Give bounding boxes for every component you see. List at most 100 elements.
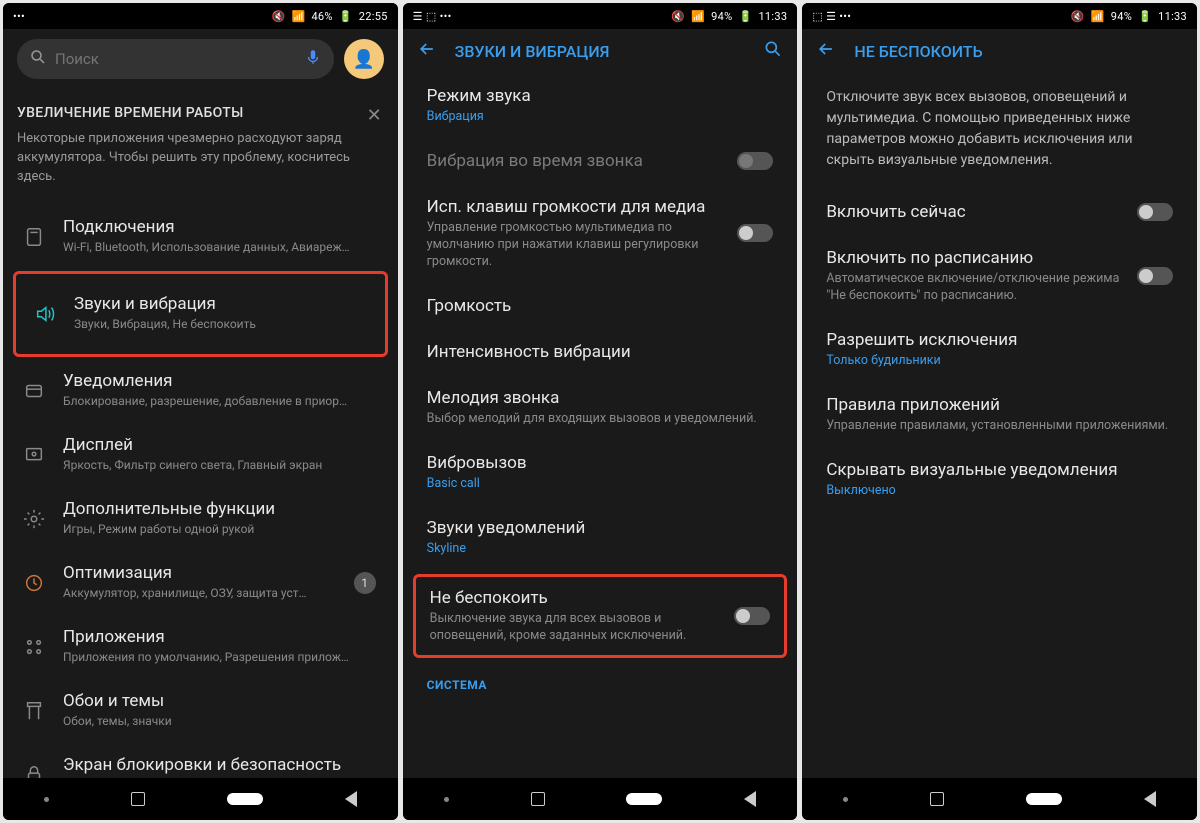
nav-back[interactable] xyxy=(345,791,357,807)
status-bar: ⬚ ☰ ••• 🔇 📶 94% 🔋 11:33 xyxy=(802,3,1197,29)
item-sounds-vibration[interactable]: Звуки и вибрацияЗвуки, Вибрация, Не бесп… xyxy=(26,282,375,346)
status-bar: ••• 🔇 📶 46% 🔋 22:55 xyxy=(3,3,398,29)
toggle-enable-scheduled[interactable] xyxy=(1137,267,1173,285)
nav-home[interactable] xyxy=(626,793,662,805)
item-display[interactable]: ДисплейЯркость, Фильтр синего света, Гла… xyxy=(3,423,398,487)
status-bar: ☰ ⬚ ••• 🔇 📶 94% 🔋 11:33 xyxy=(403,3,798,29)
advanced-icon xyxy=(21,506,47,532)
battery-icon: 🔋 xyxy=(1138,10,1152,23)
setting-notification-sounds[interactable]: Звуки уведомленийSkyline xyxy=(403,505,798,570)
toggle-enable-now[interactable] xyxy=(1137,203,1173,221)
sound-icon xyxy=(32,301,58,327)
battery-text: 94% xyxy=(711,10,732,23)
setting-enable-scheduled[interactable]: Включить по расписаниюАвтоматическое вкл… xyxy=(802,235,1197,317)
item-notifications[interactable]: УведомленияБлокирование, разрешение, доб… xyxy=(3,359,398,423)
mic-icon[interactable] xyxy=(304,48,322,70)
settings-list: ПодключенияWi-Fi, Bluetooth, Использован… xyxy=(3,205,398,778)
back-arrow-icon[interactable] xyxy=(417,39,437,63)
search-icon[interactable] xyxy=(763,39,783,63)
nav-bar xyxy=(3,778,398,820)
clock: 22:55 xyxy=(359,10,388,23)
sim-icon xyxy=(21,224,47,250)
apps-icon xyxy=(21,634,47,660)
status-left-icons: ⬚ ☰ ••• xyxy=(812,10,851,23)
search-input[interactable] xyxy=(55,50,296,68)
status-left-icons: ☰ ⬚ ••• xyxy=(413,10,452,23)
phone-sounds-vibration: ☰ ⬚ ••• 🔇 📶 94% 🔋 11:33 ЗВУКИ И ВИБРАЦИЯ… xyxy=(403,3,798,820)
clock: 11:33 xyxy=(758,10,787,23)
setting-vibration-intensity[interactable]: Интенсивность вибрации xyxy=(403,329,798,375)
section-system-label: СИСТЕМА xyxy=(403,664,798,696)
back-arrow-icon[interactable] xyxy=(816,39,836,63)
nav-dot[interactable] xyxy=(44,797,49,802)
wallpaper-icon xyxy=(21,698,47,724)
display-icon xyxy=(21,442,47,468)
item-wallpaper[interactable]: Обои и темыОбои, темы, значки xyxy=(3,679,398,743)
mute-icon: 🔇 xyxy=(671,10,685,23)
setting-allow-exceptions[interactable]: Разрешить исключенияТолько будильники xyxy=(802,317,1197,382)
setting-do-not-disturb[interactable]: Не беспокоитьВыключение звука для всех в… xyxy=(416,577,785,655)
close-icon[interactable]: ✕ xyxy=(365,105,384,126)
setting-enable-now[interactable]: Включить сейчас xyxy=(802,189,1197,235)
clock: 11:33 xyxy=(1158,10,1187,23)
toggle-vibrate-ring[interactable] xyxy=(737,152,773,170)
dnd-highlight: Не беспокоитьВыключение звука для всех в… xyxy=(413,574,788,658)
badge-count: 1 xyxy=(354,572,376,594)
nav-bar xyxy=(802,778,1197,820)
card-desc: Некоторые приложения чрезмерно расходуют… xyxy=(17,130,377,187)
nav-home[interactable] xyxy=(1026,793,1062,805)
nav-dot[interactable] xyxy=(444,797,449,802)
item-optimization[interactable]: ОптимизацияАккумулятор, хранилище, ОЗУ, … xyxy=(3,551,398,615)
wifi-icon: 📶 xyxy=(691,10,705,23)
setting-hide-visual[interactable]: Скрывать визуальные уведомленияВыключено xyxy=(802,447,1197,512)
nav-recent[interactable] xyxy=(131,792,145,806)
header: НЕ БЕСПОКОИТЬ xyxy=(802,29,1197,73)
item-apps[interactable]: ПриложенияПриложения по умолчанию, Разре… xyxy=(3,615,398,679)
lock-icon xyxy=(21,762,47,778)
item-sounds-highlight: Звуки и вибрацияЗвуки, Вибрация, Не бесп… xyxy=(13,271,388,357)
profile-avatar[interactable]: 👤 xyxy=(344,39,384,79)
nav-recent[interactable] xyxy=(531,792,545,806)
battery-text: 94% xyxy=(1111,10,1132,23)
setting-vibrate-ringing[interactable]: Вибрация во время звонка xyxy=(403,138,798,184)
battery-icon: 🔋 xyxy=(738,10,752,23)
mute-icon: 🔇 xyxy=(1071,10,1085,23)
wifi-icon: 📶 xyxy=(291,10,305,23)
battery-icon: 🔋 xyxy=(339,10,353,23)
nav-bar xyxy=(403,778,798,820)
notification-icon xyxy=(21,378,47,404)
setting-ringtone[interactable]: Мелодия звонкаВыбор мелодий для входящих… xyxy=(403,375,798,440)
mute-icon: 🔇 xyxy=(271,10,285,23)
nav-recent[interactable] xyxy=(930,792,944,806)
header: ЗВУКИ И ВИБРАЦИЯ xyxy=(403,29,798,73)
phone-dnd: ⬚ ☰ ••• 🔇 📶 94% 🔋 11:33 НЕ БЕСПОКОИТЬ От… xyxy=(802,3,1197,820)
item-advanced[interactable]: Дополнительные функцииИгры, Режим работы… xyxy=(3,487,398,551)
page-title: ЗВУКИ И ВИБРАЦИЯ xyxy=(455,42,746,61)
search-box[interactable] xyxy=(17,39,334,79)
page-title: НЕ БЕСПОКОИТЬ xyxy=(854,42,1183,61)
setting-vibration-pattern[interactable]: ВибровызовBasic call xyxy=(403,440,798,505)
nav-back[interactable] xyxy=(1144,791,1156,807)
status-left-icons: ••• xyxy=(13,10,25,23)
setting-volume-keys-media[interactable]: Исп. клавиш громкости для медиаУправлени… xyxy=(403,184,798,283)
item-lockscreen[interactable]: Экран блокировки и безопасностьAlways On… xyxy=(3,743,398,778)
dnd-description: Отключите звук всех вызовов, оповещений … xyxy=(802,73,1197,189)
card-title: УВЕЛИЧЕНИЕ ВРЕМЕНИ РАБОТЫ xyxy=(17,105,244,121)
settings-list: Режим звукаВибрация Вибрация во время зв… xyxy=(403,73,798,778)
wifi-icon: 📶 xyxy=(1091,10,1105,23)
setting-sound-mode[interactable]: Режим звукаВибрация xyxy=(403,73,798,138)
search-icon xyxy=(29,48,47,70)
search-row: 👤 xyxy=(3,29,398,85)
dnd-content: Отключите звук всех вызовов, оповещений … xyxy=(802,73,1197,778)
phone-settings-main: ••• 🔇 📶 46% 🔋 22:55 👤 УВЕЛИЧЕНИЕ ВРЕМЕНИ… xyxy=(3,3,398,820)
nav-back[interactable] xyxy=(744,791,756,807)
toggle-dnd[interactable] xyxy=(734,607,770,625)
nav-dot[interactable] xyxy=(843,797,848,802)
battery-text: 46% xyxy=(311,10,332,23)
item-connections[interactable]: ПодключенияWi-Fi, Bluetooth, Использован… xyxy=(3,205,398,269)
battery-tip-card[interactable]: УВЕЛИЧЕНИЕ ВРЕМЕНИ РАБОТЫ ✕ Некоторые пр… xyxy=(17,95,384,201)
toggle-volume-keys[interactable] xyxy=(737,224,773,242)
setting-app-rules[interactable]: Правила приложенийУправление правилами, … xyxy=(802,382,1197,447)
nav-home[interactable] xyxy=(227,793,263,805)
setting-volume[interactable]: Громкость xyxy=(403,283,798,329)
